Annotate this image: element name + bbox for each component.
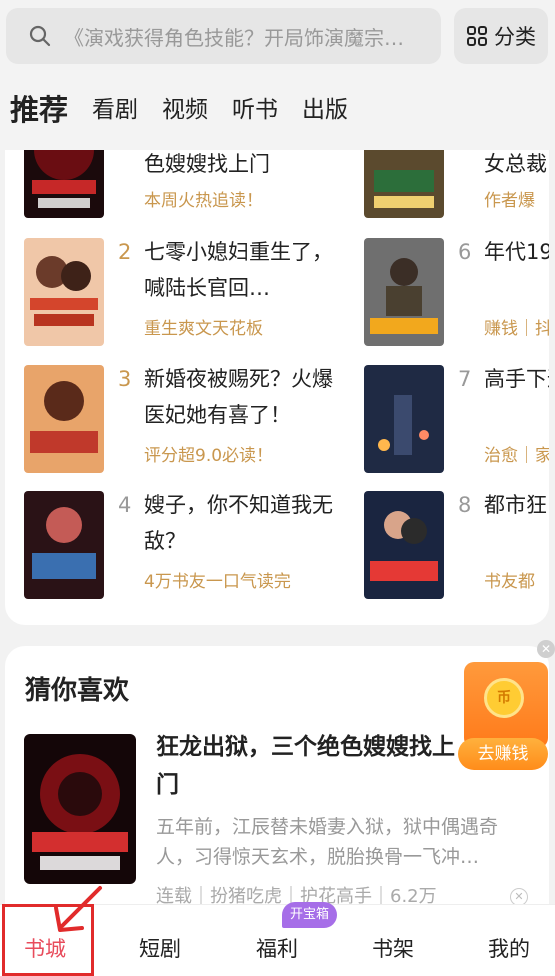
- rank-number: 2: [118, 240, 132, 264]
- book-tag: 评分超9.0必读！: [144, 446, 274, 466]
- nav-short-drama[interactable]: 短剧: [139, 933, 181, 963]
- rank-number: 3: [118, 367, 132, 391]
- book-cover: [24, 491, 104, 599]
- book-title: 女总裁: [484, 152, 547, 176]
- nav-welfare[interactable]: 福利: [256, 933, 298, 963]
- nav-bookshelf[interactable]: 书架: [372, 933, 414, 963]
- book-cover: [24, 238, 104, 346]
- book-description: 五年前，江辰替未婚妻入狱，狱中偶遇奇人，习得惊天玄术，脱胎换骨一飞冲…: [156, 816, 499, 868]
- book-cover[interactable]: [24, 734, 136, 884]
- book-tag: 赚钱｜抖: [484, 319, 549, 339]
- category-button[interactable]: 分类: [454, 8, 548, 64]
- book-cover: [364, 238, 444, 346]
- top-bar: 《演戏获得角色技能？开局饰演魔宗… 分类 推荐 看剧 视频 听书 出版: [0, 0, 555, 150]
- book-cover: [24, 365, 104, 473]
- search-input[interactable]: 《演戏获得角色技能？开局饰演魔宗…: [6, 8, 441, 64]
- book-title: 新婚夜被赐死？火爆医妃她有喜了！: [144, 367, 333, 427]
- book-tag: 本周火热追读！: [144, 191, 263, 211]
- rank-number: 6: [458, 240, 472, 264]
- treasure-badge: 开宝箱: [282, 902, 338, 928]
- search-placeholder: 《演戏获得角色技能？开局饰演魔宗…: [64, 25, 404, 50]
- book-cover: [364, 150, 444, 218]
- ranking-card: 色嫂嫂找上门 本周火热追读！ 2 七零小媳妇重生了，喊陆长官回… 重生爽文天花板…: [5, 150, 549, 625]
- arrow-annotation: [54, 886, 102, 932]
- book-title[interactable]: 狂龙出狱，三个绝色嫂嫂找上门: [156, 728, 456, 804]
- rank-number: 7: [458, 367, 472, 391]
- book-tag: 作者爆: [484, 191, 535, 211]
- book-cover: [24, 150, 104, 218]
- tab-publishing[interactable]: 出版: [302, 90, 348, 130]
- book-cover: [364, 365, 444, 473]
- book-title: 嫂子，你不知道我无敌？: [144, 493, 333, 553]
- grid-icon: [467, 26, 487, 46]
- section-title: 猜你喜欢: [25, 676, 130, 706]
- tab-video[interactable]: 视频: [162, 90, 208, 130]
- earn-money-widget[interactable]: 币 去赚钱: [458, 660, 548, 770]
- nav-profile[interactable]: 我的: [488, 933, 530, 963]
- category-label: 分类: [494, 25, 536, 49]
- book-tag: 治愈｜家: [484, 446, 549, 466]
- book-cover: [364, 491, 444, 599]
- book-tag: 重生爽文天花板: [144, 319, 263, 339]
- coin-icon: 币: [484, 678, 524, 718]
- book-title: 高手下通天，: [484, 367, 549, 391]
- tab-drama[interactable]: 看剧: [92, 90, 138, 130]
- book-tag: 4万书友一口气读完: [144, 572, 291, 592]
- search-icon: [29, 25, 51, 47]
- rank-number: 4: [118, 493, 132, 517]
- book-title: 年代19开始起: [484, 240, 549, 264]
- close-icon[interactable]: ✕: [537, 640, 555, 658]
- tab-recommend[interactable]: 推荐: [10, 90, 68, 130]
- book-tag: 书友都: [484, 572, 535, 592]
- content-tabs: 推荐 看剧 视频 听书 出版: [10, 82, 372, 130]
- book-title: 七零小媳妇重生了，喊陆长官回…: [144, 240, 333, 300]
- book-title: 都市狂: [484, 493, 547, 517]
- book-title: 色嫂嫂找上门: [144, 152, 270, 176]
- earn-money-button[interactable]: 去赚钱: [458, 738, 548, 770]
- tab-audiobook[interactable]: 听书: [232, 90, 278, 130]
- rank-number: 8: [458, 493, 472, 517]
